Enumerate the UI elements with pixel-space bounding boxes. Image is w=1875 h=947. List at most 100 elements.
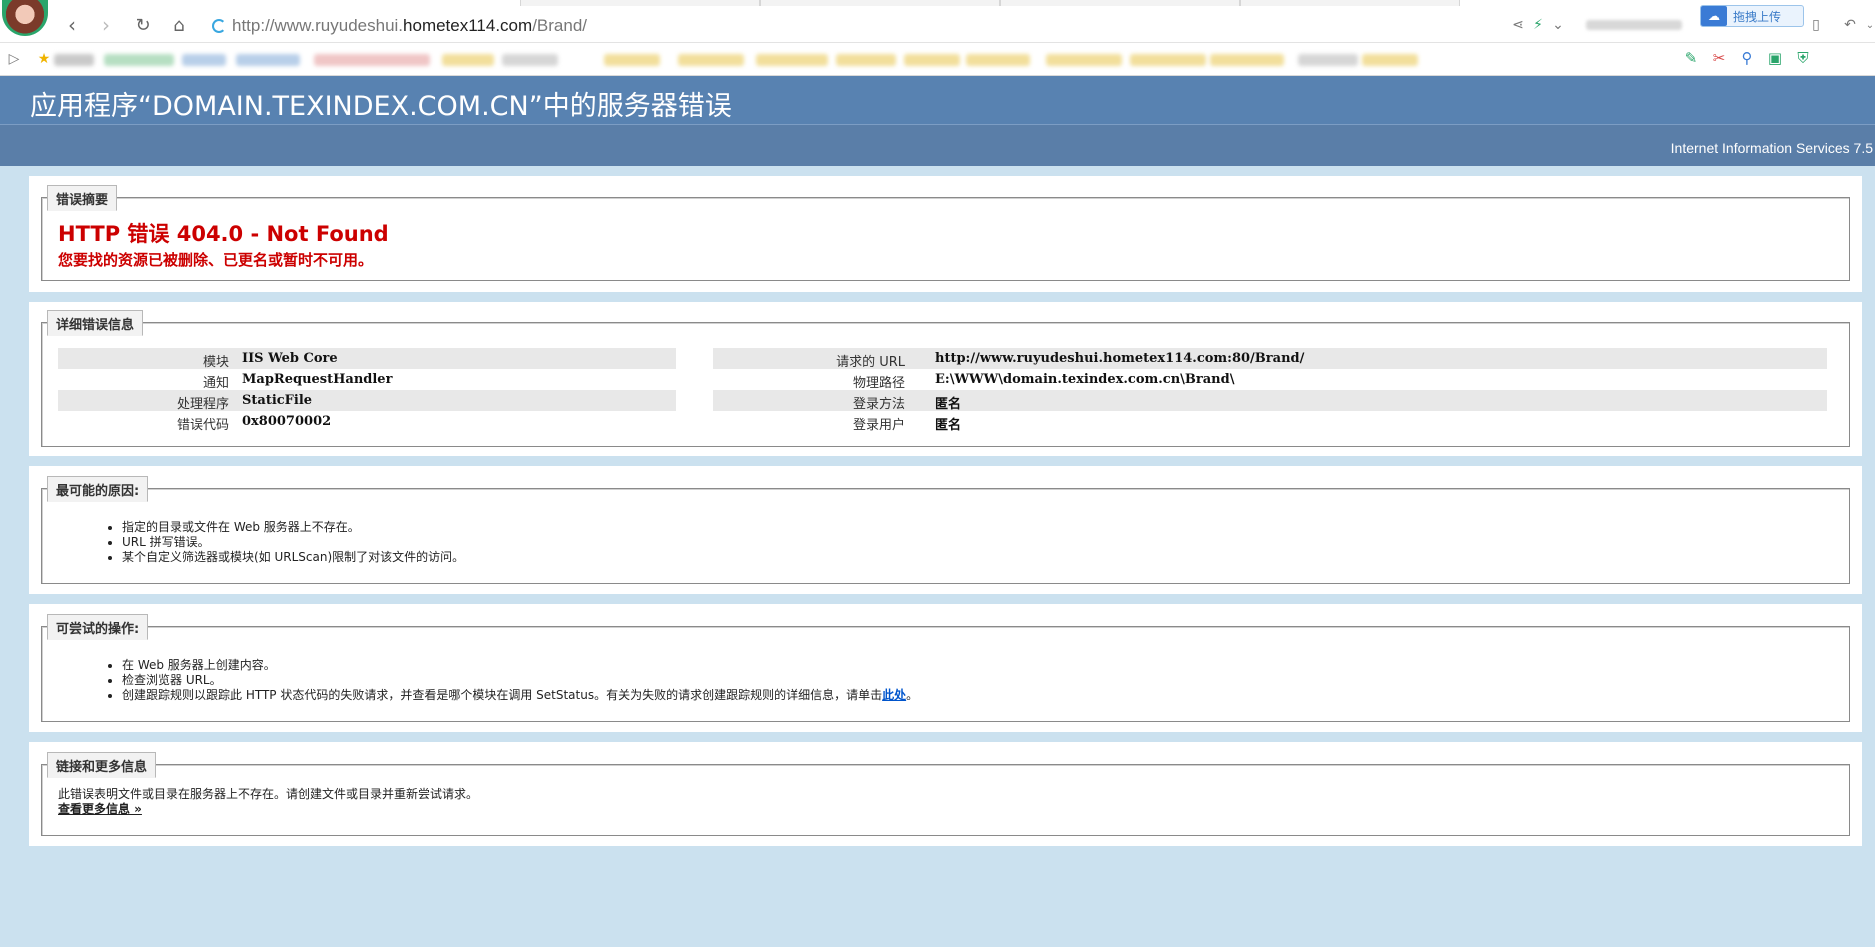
scissors-icon[interactable]: ✂ <box>1708 47 1730 69</box>
detail-row: 登录用户 匿名 <box>713 411 1827 433</box>
error-title: HTTP 错误 404.0 - Not Found <box>58 222 389 246</box>
list-item: 某个自定义筛选器或模块(如 URLScan)限制了对该文件的访问。 <box>122 550 464 565</box>
detail-row: 登录方法 匿名 <box>713 390 1827 412</box>
browser-tab[interactable] <box>760 0 1000 6</box>
lightning-icon[interactable]: ⚡ <box>1528 15 1548 35</box>
actions-list: 在 Web 服务器上创建内容。 检查浏览器 URL。 创建跟踪规则以跟踪此 HT… <box>122 658 918 703</box>
trace-rule-end: 。 <box>906 688 919 702</box>
list-item: 指定的目录或文件在 Web 服务器上不存在。 <box>122 520 464 535</box>
bookmark-item[interactable] <box>104 54 174 66</box>
home-icon[interactable]: ⌂ <box>166 12 192 38</box>
window-tools: ▯ ↶ ⌄ <box>1806 12 1875 38</box>
browser-tab[interactable] <box>1240 0 1460 6</box>
links-fieldset: 链接和更多信息 此错误表明文件或目录在服务器上不存在。请创建文件或目录并重新尝试… <box>41 752 1850 836</box>
user-avatar[interactable] <box>2 0 48 36</box>
detail-label: 物理路径 <box>852 376 905 391</box>
detail-value: MapRequestHandler <box>242 372 393 387</box>
detail-table-left: 模块 IIS Web Core 通知 MapRequestHandler 处理程… <box>58 348 676 433</box>
shield-icon[interactable]: ⛨ <box>1792 47 1814 69</box>
bookmark-item[interactable] <box>1210 54 1284 66</box>
bookmark-item[interactable] <box>1362 54 1418 66</box>
server-version: Internet Information Services 7.5 <box>1670 140 1873 156</box>
detail-label: 错误代码 <box>176 418 229 433</box>
section-legend: 链接和更多信息 <box>47 752 157 778</box>
phone-icon[interactable]: ▯ <box>1806 15 1826 35</box>
error-summary-panel: 错误摘要 HTTP 错误 404.0 - Not Found 您要找的资源已被删… <box>29 176 1862 292</box>
page-title: 应用程序“DOMAIN.TEXINDEX.COM.CN”中的服务器错误 <box>30 91 732 122</box>
detail-label: 模块 <box>202 355 229 370</box>
bookmarks-bar: ▷ ★ <box>0 43 1875 76</box>
detail-label: 登录用户 <box>852 418 905 433</box>
trace-rule-text: 创建跟踪规则以跟踪此 HTTP 状态代码的失败请求，并查看是哪个模块在调用 Se… <box>122 688 883 702</box>
bookmark-item[interactable] <box>314 54 430 66</box>
browser-tab[interactable] <box>1000 0 1240 6</box>
forward-icon[interactable]: › <box>93 12 119 38</box>
detail-value: 匿名 <box>935 418 962 433</box>
address-actions: ⋖ ⚡ ⌄ <box>1508 12 1682 38</box>
section-legend: 详细错误信息 <box>47 310 144 336</box>
translate-icon[interactable]: ✎ <box>1680 47 1702 69</box>
chevron-down-icon[interactable]: ⌄ <box>1548 15 1568 35</box>
detail-table-right: 请求的 URL http://www.ruyudeshui.hometex114… <box>713 348 1827 433</box>
list-item: 创建跟踪规则以跟踪此 HTTP 状态代码的失败请求，并查看是哪个模块在调用 Se… <box>122 688 918 703</box>
browser-toolbar: ‹ › ↻ ⌂ http://www.ruyudeshui. hometex114… <box>0 0 1875 43</box>
bookmark-item[interactable] <box>678 54 744 66</box>
reload-icon[interactable]: ↻ <box>130 12 156 38</box>
bookmark-item[interactable] <box>236 54 300 66</box>
trace-rule-link[interactable]: 此处 <box>882 688 906 702</box>
error-description: 您要找的资源已被删除、已更名或暂时不可用。 <box>58 251 374 269</box>
bookmark-item[interactable] <box>604 54 660 66</box>
detail-row: 物理路径 E:\WWW\domain.texindex.com.cn\Brand… <box>713 369 1827 391</box>
causes-list: 指定的目录或文件在 Web 服务器上不存在。 URL 拼写错误。 某个自定义筛选… <box>122 520 464 565</box>
bookmark-item[interactable] <box>442 54 494 66</box>
list-item: 在 Web 服务器上创建内容。 <box>122 658 918 673</box>
detail-value: http://www.ruyudeshui.hometex114.com:80/… <box>935 351 1305 366</box>
back-icon[interactable]: ‹ <box>59 12 85 38</box>
bookmark-item[interactable] <box>502 54 558 66</box>
detail-panel: 详细错误信息 模块 IIS Web Core 通知 MapRequestHand… <box>29 302 1862 456</box>
causes-panel: 最可能的原因: 指定的目录或文件在 Web 服务器上不存在。 URL 拼写错误。… <box>29 466 1862 594</box>
bookmark-item[interactable] <box>966 54 1030 66</box>
tab-strip <box>0 0 1875 6</box>
bookmark-item[interactable] <box>1046 54 1122 66</box>
bookmark-toggle-icon[interactable]: ▷ <box>4 49 24 69</box>
detail-label: 登录方法 <box>852 397 905 412</box>
detail-value: 匿名 <box>935 397 962 412</box>
detail-label: 请求的 URL <box>836 355 905 370</box>
bookmark-item[interactable] <box>182 54 226 66</box>
section-legend: 可尝试的操作: <box>47 614 149 640</box>
cloud-icon: ☁ <box>1701 6 1727 26</box>
browser-tab[interactable] <box>520 0 760 6</box>
star-icon[interactable]: ★ <box>34 49 54 69</box>
detail-label: 通知 <box>202 376 229 391</box>
links-panel: 链接和更多信息 此错误表明文件或目录在服务器上不存在。请创建文件或目录并重新尝试… <box>29 742 1862 846</box>
detail-row: 错误代码 0x80070002 <box>58 411 676 433</box>
detail-row: 模块 IIS Web Core <box>58 348 676 370</box>
extension-tools: ✎ ✂ ⚲ ▣ ⛨ <box>1680 47 1814 69</box>
chevron-down-icon[interactable]: ⌄ <box>1860 15 1875 35</box>
gamepad-icon[interactable]: ▣ <box>1764 47 1786 69</box>
iis-header-band <box>0 124 1875 166</box>
bookmark-item[interactable] <box>1130 54 1206 66</box>
undo-icon[interactable]: ↶ <box>1840 15 1860 35</box>
share-icon[interactable]: ⋖ <box>1508 15 1528 35</box>
more-info-link[interactable]: 查看更多信息 » <box>58 800 142 817</box>
detail-row: 处理程序 StaticFile <box>58 390 676 412</box>
detail-row: 通知 MapRequestHandler <box>58 369 676 391</box>
causes-fieldset: 最可能的原因: 指定的目录或文件在 Web 服务器上不存在。 URL 拼写错误。… <box>41 476 1850 584</box>
search-icon[interactable]: ⚲ <box>1736 47 1758 69</box>
upload-button[interactable]: ☁ 拖拽上传 <box>1700 5 1804 27</box>
section-legend: 错误摘要 <box>47 185 118 211</box>
list-item: URL 拼写错误。 <box>122 535 464 550</box>
detail-value: StaticFile <box>242 393 313 408</box>
bookmark-item[interactable] <box>756 54 828 66</box>
bookmark-item[interactable] <box>54 54 94 66</box>
blurred-search-box[interactable] <box>1586 20 1682 30</box>
address-bar[interactable]: http://www.ruyudeshui. hometex114.com/Bra… <box>212 13 1502 39</box>
list-item: 检查浏览器 URL。 <box>122 673 918 688</box>
bookmark-item[interactable] <box>904 54 960 66</box>
bookmark-item[interactable] <box>836 54 896 66</box>
bookmark-item[interactable] <box>1298 54 1358 66</box>
loading-icon <box>212 19 226 33</box>
detail-value: 0x80070002 <box>242 414 332 429</box>
